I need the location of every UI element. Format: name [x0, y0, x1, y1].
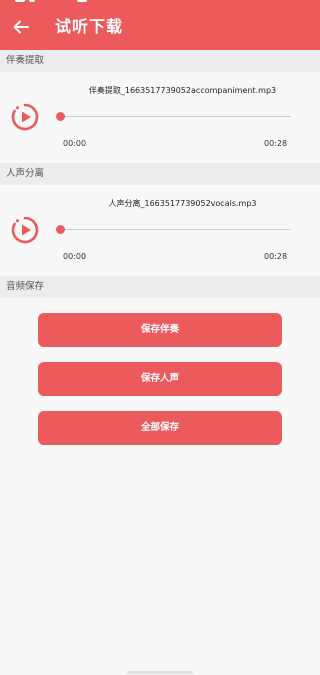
play-circle-icon — [11, 103, 39, 131]
duration: 00:28 — [264, 139, 288, 148]
save-all-button[interactable]: 全部保存 — [38, 411, 282, 445]
current-time: 00:00 — [63, 252, 87, 261]
arrow-left-icon — [13, 20, 29, 34]
slider-thumb[interactable] — [56, 112, 65, 121]
home-indicator — [127, 671, 193, 674]
app-header: 试听下载 — [0, 0, 320, 50]
section-header-accompaniment: 伴奏提取 — [0, 50, 320, 72]
status-bar-remnant — [15, 0, 95, 4]
save-accompaniment-button[interactable]: 保存伴奏 — [38, 313, 282, 347]
duration: 00:28 — [264, 252, 288, 261]
progress-slider[interactable] — [56, 112, 291, 121]
current-time: 00:00 — [63, 139, 87, 148]
slider-thumb[interactable] — [56, 225, 65, 234]
play-button[interactable] — [10, 215, 40, 245]
progress-slider[interactable] — [56, 225, 291, 234]
play-circle-icon — [11, 216, 39, 244]
section-header-save: 音频保存 — [0, 276, 320, 298]
section-header-vocals: 人声分离 — [0, 163, 320, 185]
track-filename: 伴奏提取_1663517739052accompaniment.mp3 — [88, 86, 277, 95]
play-button[interactable] — [10, 102, 40, 132]
save-vocals-button[interactable]: 保存人声 — [38, 362, 282, 396]
back-button[interactable] — [8, 14, 34, 40]
track-filename: 人声分离_1663517739052vocals.mp3 — [108, 199, 257, 208]
audio-player-vocals: 人声分离_1663517739052vocals.mp3 00:00 00:28 — [0, 185, 320, 277]
audio-player-accompaniment: 伴奏提取_1663517739052accompaniment.mp3 00:0… — [0, 72, 320, 164]
page-title: 试听下载 — [55, 17, 124, 36]
